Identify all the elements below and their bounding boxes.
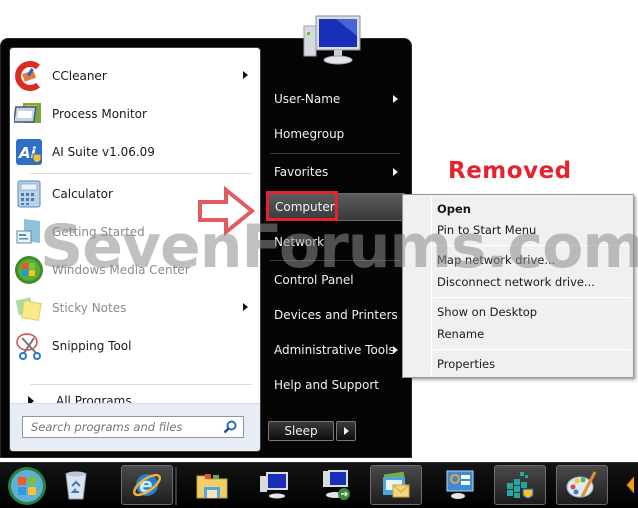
user-picture-icon[interactable] — [300, 12, 364, 68]
menu-item-favorites[interactable]: Favorites — [266, 158, 406, 186]
menu-item-control-panel[interactable]: Control Panel — [266, 266, 406, 294]
program-snipping-tool[interactable]: Snipping Tool — [14, 328, 258, 364]
taskbar-windows-mail[interactable] — [370, 465, 422, 505]
windows-orb-icon[interactable] — [6, 465, 48, 507]
context-item-disconnect-network-drive[interactable]: Disconnect network drive... — [437, 272, 595, 292]
program-process-monitor[interactable]: Process Monitor — [14, 96, 258, 132]
taskbar-control-panel[interactable] — [434, 465, 486, 505]
windows-media-center-icon — [14, 255, 44, 285]
taskbar-computer[interactable] — [248, 465, 300, 505]
taskbar: e — [0, 462, 638, 508]
taskbar-paint[interactable] — [556, 465, 608, 505]
context-item-open[interactable]: Open — [437, 199, 471, 219]
search-box[interactable] — [22, 416, 244, 438]
submenu-arrow-icon — [393, 168, 398, 176]
recycle-bin-icon — [65, 471, 87, 500]
program-ai-suite[interactable]: Ai AI Suite v1.06.09 — [14, 134, 258, 170]
taskbar-windows-update[interactable] — [494, 465, 546, 505]
paint-icon — [566, 471, 597, 498]
power-options-button[interactable] — [336, 421, 356, 441]
search-icon[interactable] — [223, 420, 237, 434]
taskbar-internet-explorer[interactable]: e — [121, 465, 173, 505]
menu-item-user-name[interactable]: User-Name — [266, 85, 406, 113]
menu-item-devices-and-printers[interactable]: Devices and Printers — [266, 301, 406, 329]
menu-item-computer[interactable]: Computer — [266, 193, 406, 221]
context-separator — [434, 349, 630, 350]
context-item-pin-to-start-menu[interactable]: Pin to Start Menu — [437, 220, 536, 240]
ccleaner-icon — [14, 61, 44, 91]
windows-update-icon — [507, 472, 534, 499]
calculator-icon — [14, 179, 44, 209]
taskbar-windows-explorer[interactable] — [186, 465, 238, 505]
taskbar-recycle-bin[interactable] — [50, 465, 102, 505]
program-windows-media-center[interactable]: Windows Media Center — [14, 252, 258, 288]
right-separator — [270, 153, 400, 154]
process-monitor-icon — [14, 99, 44, 129]
removed-label: Removed — [448, 158, 572, 184]
context-item-map-network-drive[interactable]: Map network drive... — [437, 250, 555, 270]
remote-desktop-icon — [323, 470, 350, 500]
computer-icon — [260, 472, 288, 499]
right-separator — [270, 260, 400, 261]
notification-chevron-icon[interactable] — [626, 475, 638, 495]
program-sticky-notes[interactable]: Sticky Notes — [14, 290, 258, 326]
snipping-tool-icon — [14, 331, 44, 361]
all-programs-separator — [30, 384, 252, 385]
context-separator — [434, 297, 630, 298]
taskbar-remote-desktop[interactable] — [310, 465, 362, 505]
context-item-rename[interactable]: Rename — [437, 324, 484, 344]
mail-icon — [383, 471, 410, 498]
context-separator — [434, 245, 630, 246]
control-panel-icon — [446, 470, 474, 499]
red-arrow-icon — [198, 186, 256, 236]
submenu-arrow-icon — [393, 95, 398, 103]
context-gutter — [431, 197, 432, 375]
menu-item-administrative-tools[interactable]: Administrative Tools — [266, 336, 406, 364]
menu-item-homegroup[interactable]: Homegroup — [266, 120, 406, 148]
context-menu: Open Pin to Start Menu Map network drive… — [402, 194, 634, 378]
programs-pane: CCleaner Process Monitor Ai AI Suite v1.… — [9, 47, 261, 452]
getting-started-icon — [14, 217, 44, 247]
context-item-properties[interactable]: Properties — [437, 354, 495, 374]
arrow-right-icon — [344, 427, 349, 435]
ai-suite-icon: Ai — [14, 137, 44, 167]
menu-item-network[interactable]: Network — [266, 228, 406, 256]
submenu-arrow-icon — [243, 303, 248, 311]
sleep-button[interactable]: Sleep — [268, 421, 334, 441]
pinned-separator — [30, 173, 252, 174]
context-item-show-on-desktop[interactable]: Show on Desktop — [437, 302, 537, 322]
internet-explorer-icon: e — [132, 473, 162, 497]
taskbar-separator — [175, 467, 177, 505]
program-ccleaner[interactable]: CCleaner — [14, 58, 258, 94]
submenu-arrow-icon — [243, 71, 248, 79]
folder-icon — [196, 474, 228, 499]
submenu-arrow-icon — [393, 346, 398, 354]
sticky-notes-icon — [14, 293, 44, 323]
search-area — [10, 403, 260, 451]
search-input[interactable] — [23, 417, 213, 437]
menu-item-help-and-support[interactable]: Help and Support — [266, 371, 406, 399]
